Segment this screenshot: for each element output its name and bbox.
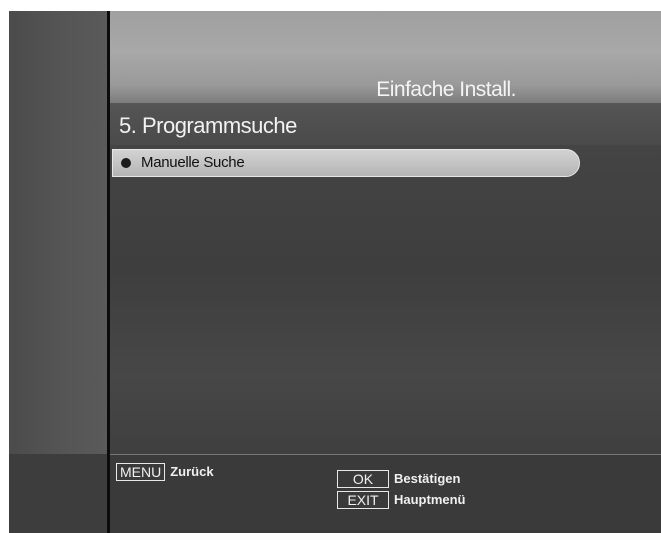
menu-key: MENU [116,463,166,481]
page-title: Einfache Install. [376,78,516,101]
exit-key: EXIT [337,491,389,509]
left-rail [9,11,107,454]
ok-confirm-hint[interactable]: OK Bestätigen [337,470,460,488]
list-item-manual-search[interactable]: Manuelle Suche [112,149,580,177]
left-rail-footer [9,454,107,533]
footer-bar: MENU Zurück OK Bestätigen EXIT Hauptmenü [110,455,661,533]
bullet-icon [121,158,131,168]
exit-main-menu-hint[interactable]: EXIT Hauptmenü [337,491,466,509]
menu-back-hint[interactable]: MENU Zurück [116,463,214,481]
tv-screen: Einfache Install. 5. Programmsuche Manue… [9,11,661,533]
list-item-label: Manuelle Suche [141,154,245,171]
menu-key-label: Zurück [170,464,214,479]
header-bar: Einfache Install. [110,11,661,103]
ok-key-label: Bestätigen [394,471,461,486]
exit-key-label: Hauptmenü [394,492,466,507]
ok-key: OK [337,470,389,488]
menu-list: Manuelle Suche [110,145,661,454]
section-header: 5. Programmsuche [110,103,661,145]
section-title: 5. Programmsuche [119,113,297,138]
